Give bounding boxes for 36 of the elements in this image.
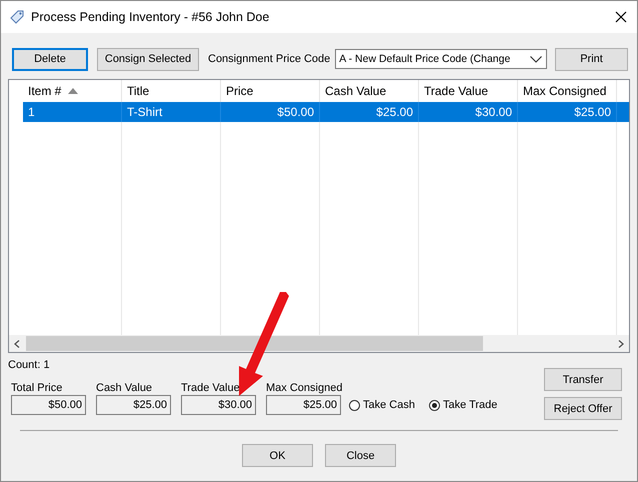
- table-cell: $30.00: [419, 102, 518, 122]
- price-code-label: Consignment Price Code: [208, 53, 330, 65]
- consign-button[interactable]: Consign Selected: [97, 48, 199, 70]
- field-label: Trade Value: [181, 381, 240, 395]
- option-label[interactable]: Take Cash: [363, 399, 415, 411]
- print-button[interactable]: Print: [555, 48, 628, 70]
- horizontal-scrollbar[interactable]: [9, 335, 629, 352]
- table-row[interactable]: 1 T-Shirt $50.00 $25.00 $30.00 $25.00: [9, 102, 629, 122]
- value-field[interactable]: $25.00: [266, 395, 341, 415]
- ok-button[interactable]: OK: [242, 444, 313, 467]
- close-icon[interactable]: [615, 11, 627, 23]
- value-field[interactable]: $25.00: [96, 395, 171, 415]
- delete-button[interactable]: Delete: [12, 48, 88, 70]
- field-label: Max Consigned: [266, 381, 342, 395]
- tag-icon: [9, 9, 25, 25]
- window-title: Process Pending Inventory - #56 John Doe: [31, 10, 270, 24]
- scroll-right-icon[interactable]: [618, 340, 624, 348]
- field-label: Cash Value: [96, 381, 152, 395]
- count-label: Count: 1: [8, 358, 51, 373]
- value-field[interactable]: $30.00: [181, 395, 256, 415]
- value-field[interactable]: $50.00: [11, 395, 86, 415]
- scroll-left-icon[interactable]: [14, 340, 20, 348]
- radio-button[interactable]: [349, 400, 360, 410]
- field-label: Total Price: [11, 381, 62, 395]
- table-cell: $25.00: [518, 102, 617, 122]
- radio-button[interactable]: [428, 400, 440, 410]
- close-button[interactable]: Close: [325, 444, 396, 467]
- caret-icon: [530, 56, 542, 62]
- option-label[interactable]: Take Trade: [442, 399, 498, 411]
- reject-button[interactable]: Reject Offer: [544, 397, 622, 420]
- transfer-button[interactable]: Transfer: [544, 368, 622, 391]
- table-cell: $50.00: [221, 102, 320, 122]
- table-cell: 1: [23, 102, 122, 122]
- table-cell: $25.00: [320, 102, 419, 122]
- price-code-dropdown[interactable]: A - New Default Price Code (Change: [335, 49, 548, 69]
- table-cell: T-Shirt: [122, 102, 221, 122]
